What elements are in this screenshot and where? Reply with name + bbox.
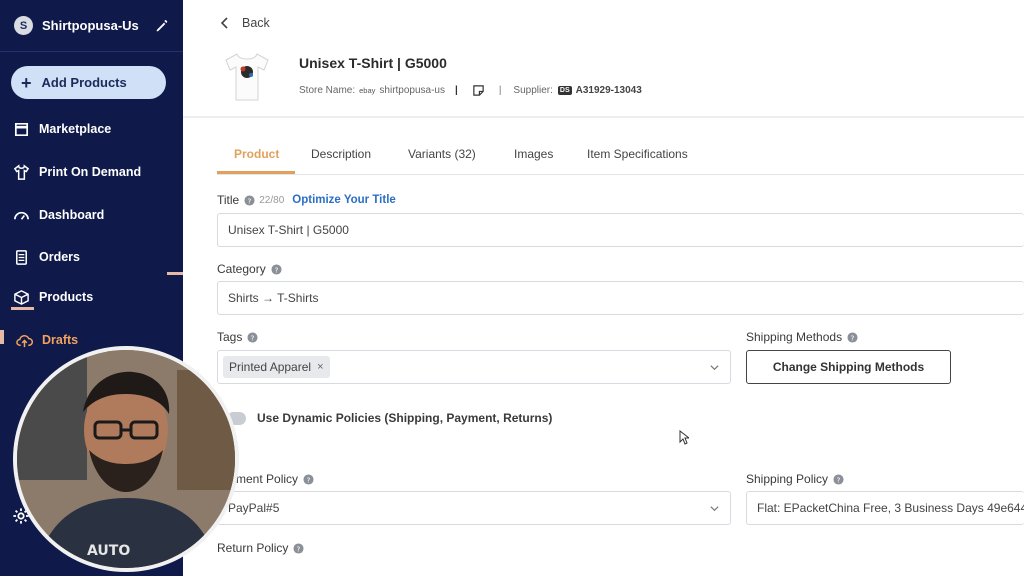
app-root: S Shirtpopusa-Us + Add Products Marketpl… [0,0,1024,576]
return-policy-label-row: Return Policy ? [217,541,304,555]
chevron-left-icon [220,17,228,29]
mouse-cursor-icon [679,430,689,445]
sidebar-item-label: Dashboard [39,208,105,222]
note-icon[interactable] [472,84,485,97]
help-icon[interactable]: ? [271,263,282,275]
clipboard-icon [16,249,27,265]
tag-chip: Printed Apparel × [223,356,330,378]
payment-policy-select[interactable]: PayPal#5 [217,491,731,525]
payment-policy-label: yment Policy [230,472,299,486]
plus-icon: + [21,72,32,93]
store-avatar: S [14,16,33,35]
payment-policy-value: PayPal#5 [228,501,280,515]
store-name-value: shirtpopusa-us [379,85,445,96]
tab-product[interactable]: Product [234,147,279,161]
svg-text:AUTO: AUTO [87,543,130,559]
active-tab-indicator [217,171,295,174]
title-char-counter: 22/80 [259,194,285,206]
close-icon[interactable]: × [317,361,323,373]
help-icon[interactable]: ? [833,473,844,485]
back-link[interactable]: Back [218,16,270,30]
sidebar-item-label: Products [39,290,94,304]
shipping-policy-label: Shipping Policy [746,472,829,486]
sidebar-item-label: Drafts [42,333,79,347]
add-products-label: Add Products [41,75,127,90]
supplier-label: Supplier: [513,85,553,96]
dynamic-policies-label: Use Dynamic Policies (Shipping, Payment,… [257,411,553,425]
chevron-down-icon[interactable] [709,362,720,373]
store-name: Shirtpopusa-Us [42,18,139,33]
shipping-policy-select[interactable]: Flat: EPacketChina Free, 3 Business Days… [746,491,1024,525]
category-label-row: Category ? [217,262,282,276]
help-icon[interactable]: ? [247,331,258,343]
svg-text:?: ? [274,265,278,274]
tab-description[interactable]: Description [311,147,371,161]
title-label-row: Title ? 22/80 Optimize Your Title [217,193,396,207]
sidebar-item-label: Orders [39,250,80,264]
sidebar-item-print-on-demand[interactable]: Print On Demand [0,155,183,189]
product-meta: Store Name: ebay shirtpopusa-us | | Supp… [299,84,642,97]
optimize-title-link[interactable]: Optimize Your Title [292,194,396,206]
product-title: Unisex T-Shirt | G5000 [299,55,447,71]
sidebar-item-label: Print On Demand [39,165,142,179]
webcam-overlay: AUTO [13,346,239,572]
header-divider [183,116,1024,118]
tab-variants[interactable]: Variants (32) [408,147,476,161]
shirt-icon [13,163,30,180]
svg-text:?: ? [851,333,855,342]
title-input[interactable]: Unisex T-Shirt | G5000 [217,213,1024,247]
meta-separator: | [498,85,502,96]
sidebar-item-marketplace[interactable]: Marketplace [0,112,183,146]
category-label: Category [217,262,266,276]
category-field[interactable]: Shirts → T-Shirts [217,281,1024,315]
tags-label-row: Tags ? [217,330,258,344]
presenter-video: AUTO [17,350,235,568]
products-underline [11,307,34,310]
help-icon[interactable]: ? [303,473,314,485]
supplier-code: A31929-13043 [575,85,642,96]
title-label: Title [217,193,240,207]
back-label: Back [242,16,270,30]
tab-bar: Product Description Variants (32) Images… [217,135,1024,175]
gauge-icon [14,211,29,220]
tab-item-specifications[interactable]: Item Specifications [587,147,688,161]
store-icon [14,122,29,136]
sidebar-item-dashboard[interactable]: Dashboard [0,198,183,232]
cloud-upload-icon [16,334,33,347]
svg-text:?: ? [307,475,311,484]
supplier-badge: DS [557,86,572,95]
svg-text:?: ? [297,544,301,553]
sidebar-item-label: Marketplace [39,122,112,136]
help-icon[interactable]: ? [244,194,255,206]
shipping-methods-label-row: Shipping Methods ? [746,330,858,344]
payment-policy-label-row: yment Policy ? [230,472,314,486]
shipping-methods-label: Shipping Methods [746,330,843,344]
box-icon [14,289,29,305]
collapse-marker [167,272,183,275]
help-icon[interactable]: ? [293,542,304,554]
product-thumbnail [225,53,269,101]
pencil-icon[interactable] [155,19,169,33]
return-policy-label: Return Policy [217,541,289,555]
tag-chip-label: Printed Apparel [229,360,312,374]
svg-text:?: ? [837,475,841,484]
svg-text:?: ? [248,196,252,205]
add-products-button[interactable]: + Add Products [11,66,166,99]
meta-separator: | [455,85,458,96]
tab-images[interactable]: Images [514,147,553,161]
store-name-label: Store Name: [299,85,356,96]
change-shipping-methods-button[interactable]: Change Shipping Methods [746,350,951,384]
presenter-illustration: AUTO [17,350,235,568]
chevron-down-icon[interactable] [709,503,720,514]
help-icon[interactable]: ? [847,331,858,343]
store-switcher[interactable]: S Shirtpopusa-Us [0,0,183,52]
tags-select[interactable]: Printed Apparel × [217,350,731,384]
shipping-policy-label-row: Shipping Policy ? [746,472,844,486]
tags-label: Tags [217,330,243,344]
ebay-logo: ebay [359,86,376,95]
sidebar-item-orders[interactable]: Orders [0,240,183,274]
svg-text:?: ? [251,333,255,342]
